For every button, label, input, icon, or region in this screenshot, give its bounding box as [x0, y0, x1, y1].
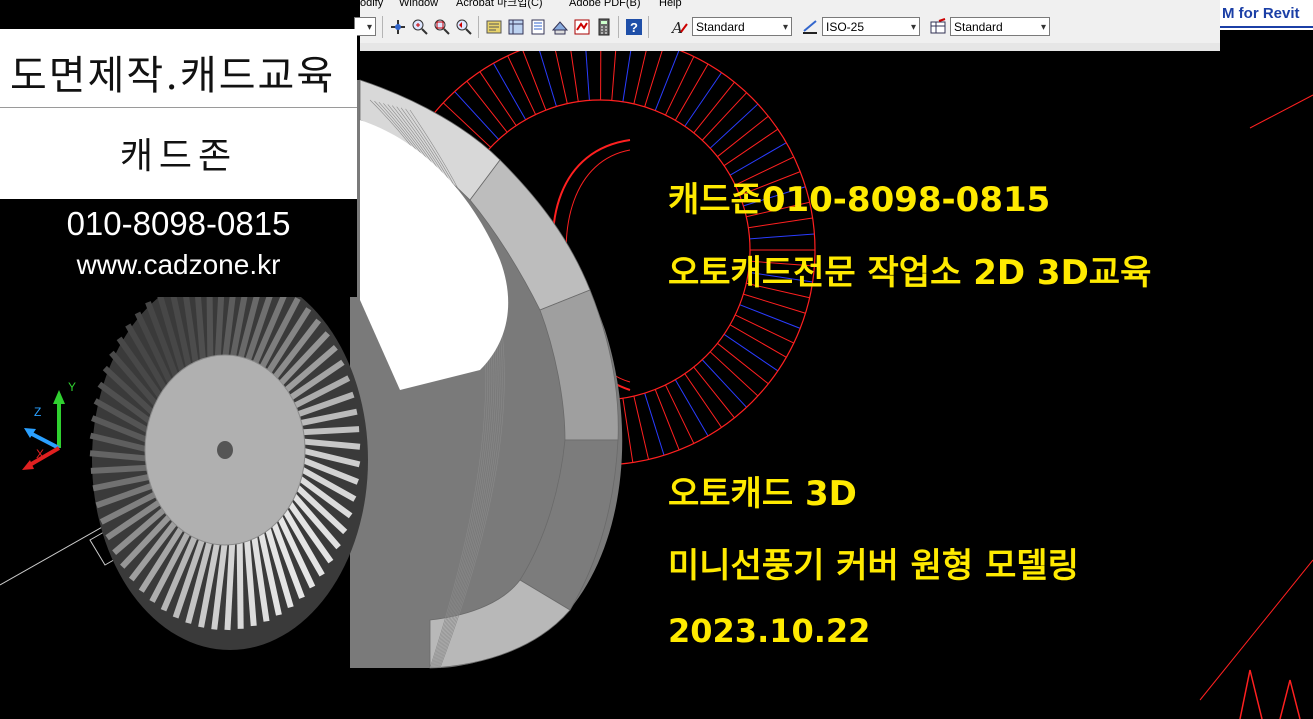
wire-radial-line — [749, 233, 815, 240]
wire-radial-line — [701, 359, 747, 408]
wire-radial-line — [654, 49, 680, 111]
wire-radial-line — [674, 63, 709, 121]
zoom-window-icon[interactable] — [432, 17, 452, 37]
autocad-viewport[interactable]: odify Window Acrobat 마크업(C) Adobe PDF(B)… — [0, 0, 1313, 719]
wire-radial-line — [479, 71, 517, 126]
wire-radial-line — [684, 373, 722, 428]
wire-radial-line — [654, 389, 680, 451]
text-style-value: Standard — [696, 20, 745, 34]
help-icon[interactable]: ? — [624, 17, 644, 37]
toolbar-separator — [478, 16, 479, 38]
zoom-realtime-icon[interactable] — [410, 17, 430, 37]
menu-help[interactable]: Help — [659, 0, 682, 9]
design-center-icon[interactable] — [506, 17, 526, 37]
properties-icon[interactable] — [484, 17, 504, 37]
revit-link[interactable]: M for Revit — [1220, 0, 1313, 30]
svg-text:?: ? — [630, 20, 638, 35]
menu-bar: odify Window Acrobat 마크업(C) Adobe PDF(B)… — [360, 0, 1220, 11]
text-style-combo[interactable]: Standard ▾ — [692, 17, 792, 36]
wire-radial-line — [665, 384, 695, 444]
wire-radial-line — [709, 103, 759, 149]
menu-window[interactable]: Window — [399, 0, 438, 9]
wire-radial-line — [717, 115, 769, 158]
prev-dropdown[interactable]: ▾ — [354, 17, 376, 36]
wire-line — [1199, 559, 1313, 701]
overlay-phone: 캐드존010-8098-0815 — [668, 180, 1051, 220]
logo-slogan: 도면제작.캐드교육 — [10, 53, 336, 99]
overlay-topic: 오토캐드 3D — [668, 474, 857, 514]
wire-radial-line — [743, 293, 806, 314]
hub-hole — [217, 441, 233, 459]
pan-icon[interactable] — [388, 17, 408, 37]
wire-radial-line — [701, 92, 747, 141]
menu-modify[interactable]: odify — [360, 0, 383, 9]
calculator-icon[interactable] — [594, 17, 614, 37]
overlay-subtitle: 오토캐드전문 작업소 2D 3D교육 — [668, 253, 1152, 293]
wire-radial-line — [693, 81, 735, 134]
toolbar-separator — [618, 16, 619, 38]
wire-radial-line — [644, 393, 665, 456]
cadzone-logo: 도면제작.캐드교육 캐드존 010-8098-0815 www.cadzone.… — [0, 29, 357, 297]
wire-radial-line — [466, 80, 508, 133]
wire-radial-line — [507, 55, 537, 115]
menu-acrobat-markup[interactable]: Acrobat 마크업(C) — [456, 0, 543, 9]
zoom-previous-icon[interactable] — [454, 17, 474, 37]
wire-radial-line — [622, 398, 634, 463]
ucs-z-label: Z — [34, 405, 41, 419]
wire-radial-line — [693, 366, 735, 419]
logo-website: www.cadzone.kr — [76, 249, 281, 280]
wire-radial-line — [674, 379, 709, 437]
wire-line — [1249, 94, 1313, 129]
overlay-date: 2023.10.22 — [668, 612, 871, 650]
markup-icon[interactable] — [572, 17, 592, 37]
ucs-x-label: X — [36, 447, 44, 461]
dim-style-icon[interactable] — [800, 17, 820, 37]
fan-vane — [236, 538, 244, 629]
wire-radial-line — [739, 304, 801, 329]
wire-radial-line — [633, 396, 650, 460]
overlay-title: 미니선풍기 커버 원형 모델링 — [668, 546, 1079, 586]
fan-vane — [298, 426, 360, 436]
sheet-set-icon[interactable] — [550, 17, 570, 37]
wire-radial-line — [665, 56, 695, 116]
text-style-icon[interactable]: A — [670, 17, 690, 37]
logo-phone: 010-8098-0815 — [66, 205, 291, 242]
wire-radial-line — [684, 72, 722, 127]
wire-radial-line — [644, 44, 665, 107]
revit-label: M for Revit — [1222, 5, 1300, 22]
wire-radial-line — [729, 142, 787, 176]
ucs-icon: Y Z X — [22, 380, 76, 470]
table-style-combo[interactable]: Standard ▾ — [950, 17, 1050, 36]
toolbar-separator — [382, 16, 383, 38]
svg-text:A: A — [671, 19, 683, 36]
table-style-icon[interactable] — [928, 17, 948, 37]
dim-style-value: ISO-25 — [826, 20, 865, 34]
logo-brand: 캐드존 — [119, 136, 238, 177]
layers-toolbar-strip — [360, 43, 1220, 51]
wire-radial-line — [493, 62, 527, 120]
ucs-y-label: Y — [68, 380, 76, 394]
dim-style-combo[interactable]: ISO-25 ▾ — [822, 17, 920, 36]
wire-radial-line — [723, 128, 779, 167]
standard-toolbar: ▾ ? A Standard ▾ ISO-25 ▾ Standard ▾ — [354, 11, 1220, 44]
wire-line — [1239, 669, 1301, 719]
toolbar-separator — [648, 16, 649, 38]
table-style-value: Standard — [954, 20, 1003, 34]
wire-radial-line — [735, 314, 795, 344]
wire-radial-line — [709, 351, 759, 397]
wire-radial-line — [717, 342, 769, 385]
menu-adobe-pdf[interactable]: Adobe PDF(B) — [569, 0, 641, 9]
tool-palettes-icon[interactable] — [528, 17, 548, 37]
fan-vane — [90, 464, 152, 474]
wire-radial-line — [729, 324, 787, 358]
wire-radial-line — [723, 333, 779, 372]
